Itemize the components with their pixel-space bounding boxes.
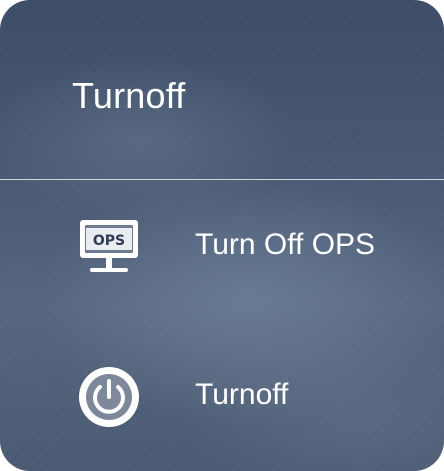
turn-off-ops-label: Turn Off OPS: [195, 228, 376, 261]
turnoff-label: Turnoff: [195, 378, 289, 411]
ops-icon-text: OPS: [93, 233, 125, 249]
power-icon: [79, 367, 139, 427]
dialog-title: Turnoff: [72, 75, 186, 116]
turnoff-option[interactable]: Turnoff: [0, 340, 444, 450]
turn-off-ops-option[interactable]: OPS Turn Off OPS: [0, 190, 444, 300]
divider: [0, 179, 444, 180]
monitor-ops-icon: OPS: [80, 220, 138, 272]
turnoff-dialog: Turnoff OPS Turn Off OPS Turnoff: [0, 0, 444, 471]
